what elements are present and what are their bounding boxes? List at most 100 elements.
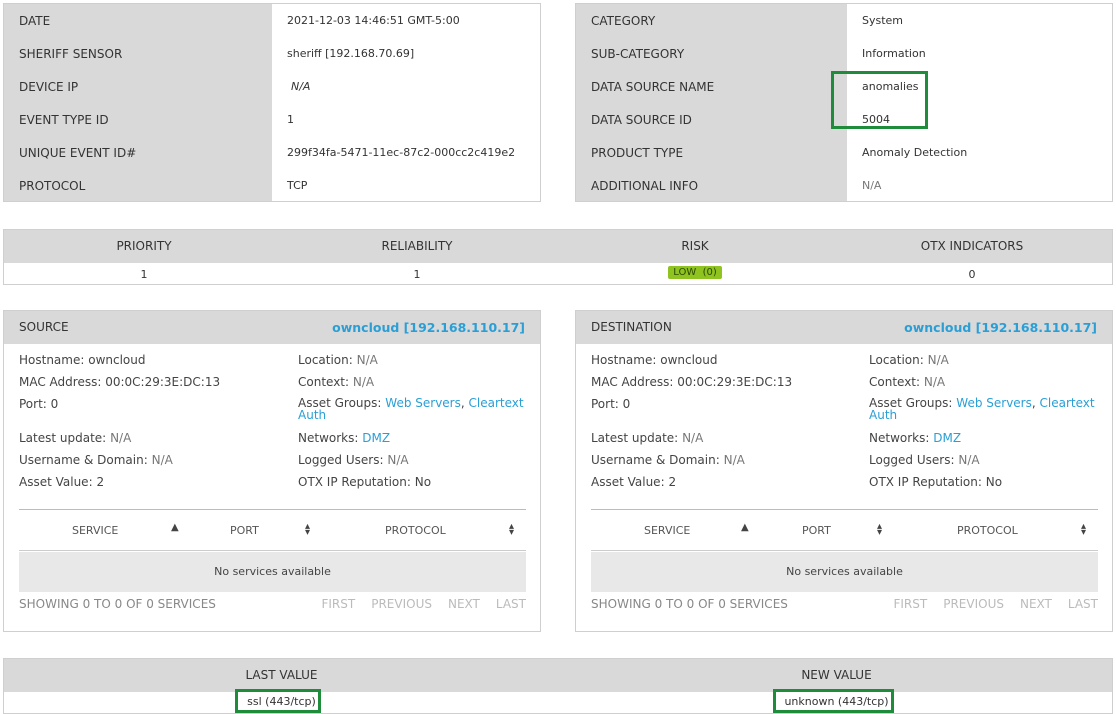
otx-indicators-header: OTX INDICATORS — [920, 239, 1024, 253]
event-type-id-label: EVENT TYPE ID — [19, 112, 109, 127]
protocol-column-header[interactable]: PROTOCOL — [957, 524, 1018, 537]
source-logged-users: Logged Users: N/A — [298, 453, 409, 467]
destination-location: Location: N/A — [869, 353, 949, 367]
source-username-domain: Username & Domain: N/A — [19, 453, 173, 467]
source-asset-value: Asset Value: 2 — [19, 475, 105, 489]
event-type-id-value: 1 — [287, 113, 294, 126]
category-label: CATEGORY — [591, 13, 656, 28]
destination-port: Port: 0 — [591, 397, 631, 411]
last-page-button[interactable]: LAST — [496, 597, 526, 611]
device-ip-label: DEVICE IP — [19, 79, 79, 94]
additional-info-value: N/A — [862, 179, 882, 192]
priority-header: PRIORITY — [116, 239, 172, 253]
device-ip-value: N/A — [291, 80, 311, 93]
asset-group-link[interactable]: Web Servers — [385, 396, 461, 410]
product-type-label: PRODUCT TYPE — [591, 145, 684, 160]
otx-indicators-value: 0 — [968, 268, 976, 281]
last-page-button[interactable]: LAST — [1068, 597, 1098, 611]
destination-latest-update: Latest update: N/A — [591, 431, 704, 445]
source-panel: SOURCE owncloud [192.168.110.17] Hostnam… — [3, 310, 541, 632]
metrics-table: PRIORITY RELIABILITY RISK OTX INDICATORS… — [3, 229, 1113, 285]
reliability-header: RELIABILITY — [381, 239, 453, 253]
risk-value-cell: LOW (0) — [555, 266, 835, 280]
asset-group-link[interactable]: Web Servers — [956, 396, 1032, 410]
next-page-button[interactable]: NEXT — [448, 597, 480, 611]
source-context: Context: N/A — [298, 375, 375, 389]
service-column-header[interactable]: SERVICE — [644, 524, 690, 537]
data-source-id-label: DATA SOURCE ID — [591, 112, 692, 127]
services-count: SHOWING 0 TO 0 OF 0 SERVICES — [19, 597, 216, 611]
protocol-column-header[interactable]: PROTOCOL — [385, 524, 446, 537]
sheriff-sensor-value: sheriff [192.168.70.69] — [287, 47, 415, 60]
services-empty-message: No services available — [19, 552, 526, 592]
protocol-value: TCP — [287, 179, 308, 192]
destination-hostname: Hostname: owncloud — [591, 353, 718, 367]
data-source-name-value: anomalies — [862, 80, 919, 93]
event-details-right-table: CATEGORY System SUB-CATEGORY Information D… — [575, 3, 1113, 202]
previous-page-button[interactable]: PREVIOUS — [371, 597, 432, 611]
sub-category-label: SUB-CATEGORY — [591, 46, 685, 61]
service-column-header[interactable]: SERVICE — [72, 524, 118, 537]
sort-asc-icon[interactable]: ▲ — [171, 522, 179, 533]
sub-category-value: Information — [862, 47, 926, 60]
services-footer: SHOWING 0 TO 0 OF 0 SERVICES FIRST PREVIO… — [19, 597, 526, 613]
event-details-left-table: DATE 2021-12-03 14:46:51 GMT-5:00 SHERIFF… — [3, 3, 541, 202]
product-type-value: Anomaly Detection — [862, 146, 968, 159]
sheriff-sensor-label: SHERIFF SENSOR — [19, 46, 123, 61]
source-hostname: Hostname: owncloud — [19, 353, 146, 367]
sort-both-icon[interactable]: ▴ ▾ — [305, 522, 310, 538]
destination-otx-reputation: OTX IP Reputation: No — [869, 475, 1003, 489]
source-location: Location: N/A — [298, 353, 378, 367]
sort-both-icon[interactable]: ▴ ▾ — [509, 522, 514, 538]
previous-page-button[interactable]: PREVIOUS — [943, 597, 1004, 611]
destination-username-domain: Username & Domain: N/A — [591, 453, 745, 467]
pagination: FIRST PREVIOUS NEXT LAST — [877, 597, 1098, 611]
source-latest-update: Latest update: N/A — [19, 431, 132, 445]
services-empty-message: No services available — [591, 552, 1098, 592]
risk-badge: LOW (0) — [668, 266, 722, 279]
date-label: DATE — [19, 13, 51, 28]
last-value-header: LAST VALUE — [245, 668, 318, 682]
source-otx-reputation: OTX IP Reputation: No — [298, 475, 432, 489]
priority-value: 1 — [140, 268, 148, 281]
services-header: SERVICE ▲ PORT ▴ ▾ PROTOCOL ▴ ▾ — [19, 509, 526, 551]
risk-header: RISK — [681, 239, 709, 253]
sort-both-icon[interactable]: ▴ ▾ — [1081, 522, 1086, 538]
date-value: 2021-12-03 14:46:51 GMT-5:00 — [287, 14, 460, 27]
destination-asset-value: Asset Value: 2 — [591, 475, 677, 489]
first-page-button[interactable]: FIRST — [893, 597, 927, 611]
destination-asset-groups: Asset Groups: Web Servers, Cleartext Aut… — [869, 396, 1095, 422]
sort-asc-icon[interactable]: ▲ — [741, 522, 749, 533]
additional-info-label: ADDITIONAL INFO — [591, 178, 699, 193]
pagination: FIRST PREVIOUS NEXT LAST — [305, 597, 526, 611]
network-link[interactable]: DMZ — [933, 431, 961, 445]
destination-title: DESTINATION — [591, 320, 672, 334]
source-networks: Networks: DMZ — [298, 431, 391, 445]
value-change-table: LAST VALUE NEW VALUE ssl (443/tcp) unkno… — [3, 658, 1113, 714]
sort-both-icon[interactable]: ▴ ▾ — [877, 522, 882, 538]
data-source-name-label: DATA SOURCE NAME — [591, 79, 715, 94]
source-host-link[interactable]: owncloud [192.168.110.17] — [332, 320, 525, 335]
destination-networks: Networks: DMZ — [869, 431, 962, 445]
reliability-value: 1 — [413, 268, 421, 281]
next-page-button[interactable]: NEXT — [1020, 597, 1052, 611]
first-page-button[interactable]: FIRST — [321, 597, 355, 611]
new-value-header: NEW VALUE — [801, 668, 872, 682]
category-value: System — [862, 14, 904, 27]
services-count: SHOWING 0 TO 0 OF 0 SERVICES — [591, 597, 788, 611]
destination-context: Context: N/A — [869, 375, 946, 389]
port-column-header[interactable]: PORT — [230, 524, 259, 537]
new-value: unknown (443/tcp) — [784, 695, 889, 708]
port-column-header[interactable]: PORT — [802, 524, 831, 537]
unique-event-id-value: 299f34fa-5471-11ec-87c2-000cc2c419e2 — [287, 146, 516, 159]
services-header: SERVICE ▲ PORT ▴ ▾ PROTOCOL ▴ ▾ — [591, 509, 1098, 551]
source-port: Port: 0 — [19, 397, 59, 411]
destination-host-link[interactable]: owncloud [192.168.110.17] — [904, 320, 1097, 335]
network-link[interactable]: DMZ — [362, 431, 390, 445]
last-value: ssl (443/tcp) — [247, 695, 316, 708]
source-mac: MAC Address: 00:0C:29:3E:DC:13 — [19, 375, 221, 389]
destination-panel: DESTINATION owncloud [192.168.110.17] Ho… — [575, 310, 1113, 632]
source-title: SOURCE — [19, 320, 69, 334]
source-asset-groups: Asset Groups: Web Servers, Cleartext Aut… — [298, 396, 524, 422]
unique-event-id-label: UNIQUE EVENT ID# — [19, 145, 137, 160]
